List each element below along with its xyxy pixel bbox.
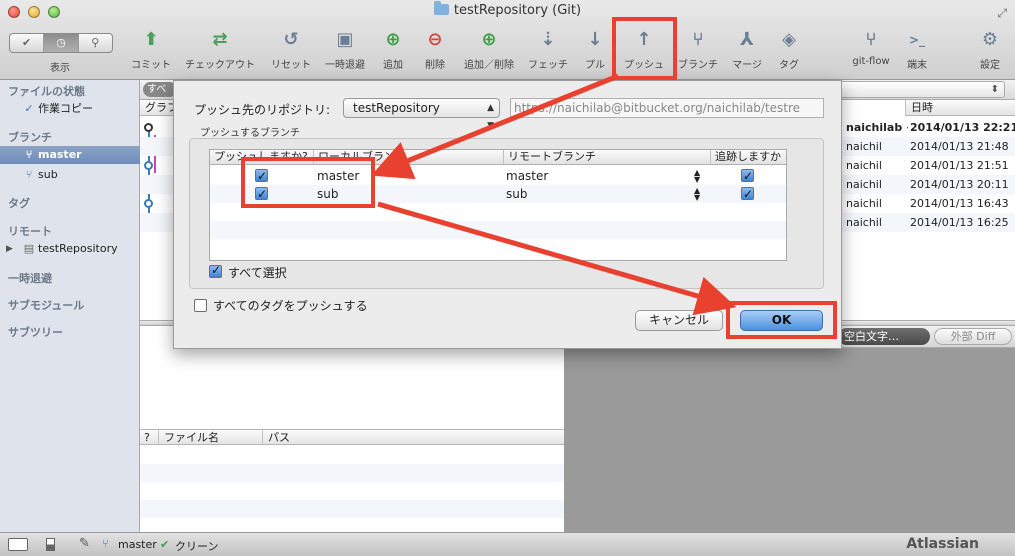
arrow-to-ok-button [377, 201, 737, 316]
annotation-arrows [371, 73, 737, 316]
arrow-to-branches [371, 73, 619, 180]
